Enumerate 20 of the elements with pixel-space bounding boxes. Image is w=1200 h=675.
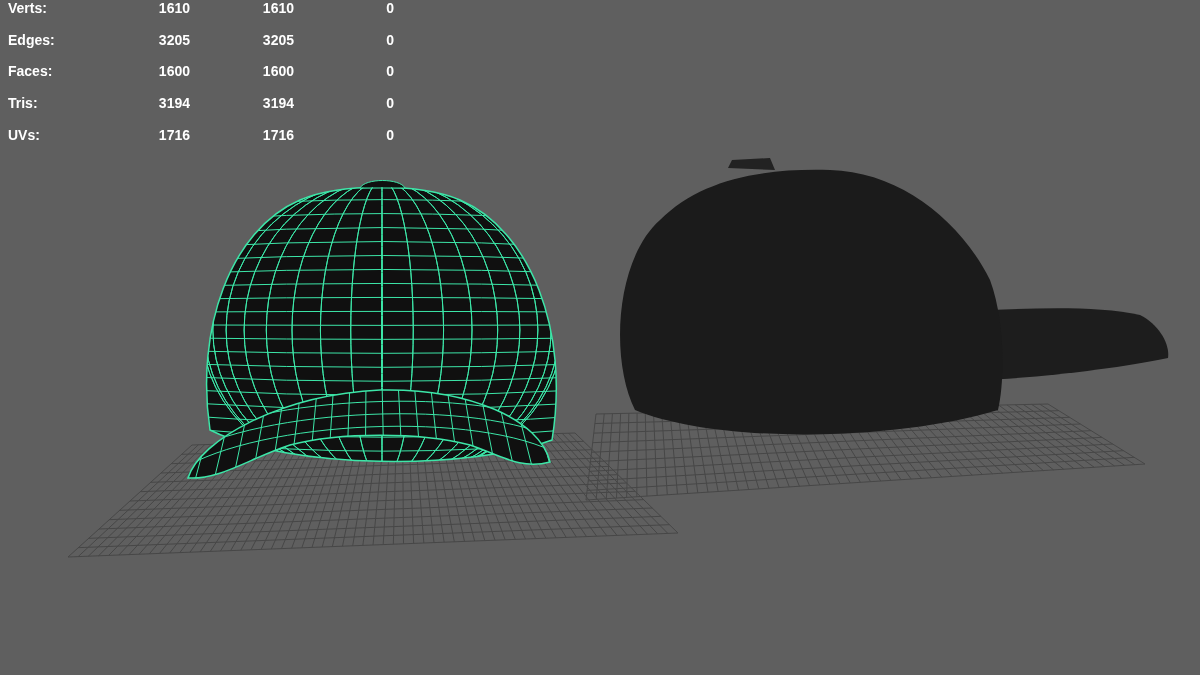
stat-value: 0 [385, 126, 394, 143]
stat-label: Faces: [8, 63, 54, 80]
stat-value: 3205 [261, 31, 294, 48]
stat-label: Tris: [8, 95, 39, 112]
stat-value: 3194 [157, 95, 190, 112]
stat-value: 1600 [157, 63, 190, 80]
stat-value: 0 [385, 0, 394, 16]
stat-value: 3205 [157, 31, 190, 48]
stat-value: 0 [385, 63, 394, 80]
stat-value: 1610 [157, 0, 190, 16]
stat-label: Verts: [8, 0, 48, 16]
stat-value: 1610 [261, 0, 294, 16]
stat-value: 3194 [261, 95, 294, 112]
stat-label: Edges: [8, 31, 56, 48]
stat-value: 0 [385, 95, 394, 112]
stat-value: 1716 [261, 126, 294, 143]
stat-value: 1716 [157, 126, 190, 143]
stat-value: 0 [385, 31, 394, 48]
stat-value: 1600 [261, 63, 294, 80]
stat-label: UVs: [8, 126, 41, 143]
